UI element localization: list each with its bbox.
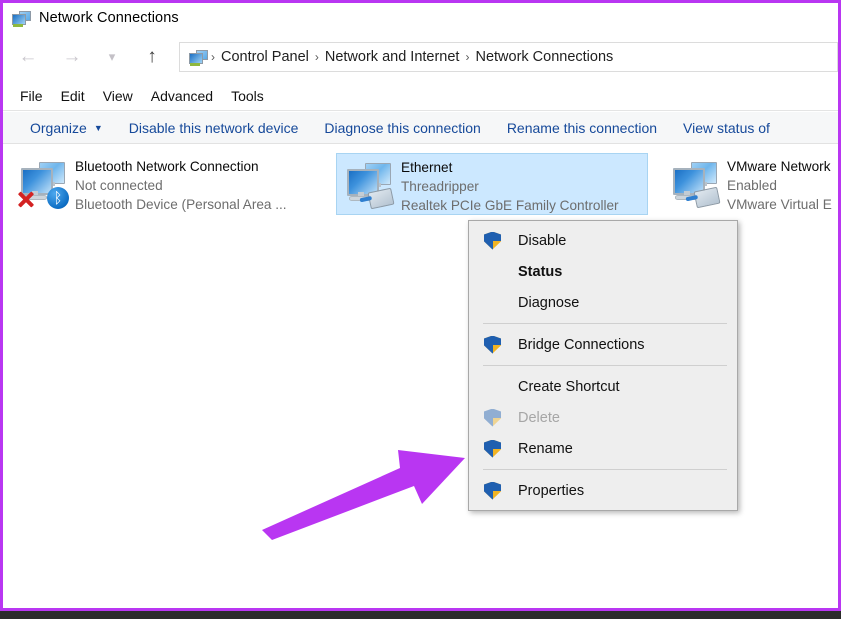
- back-arrow-icon[interactable]: ←: [13, 42, 43, 72]
- navigation-bar: ← → ▾ ↑ › Control Panel › Network and In…: [3, 33, 838, 81]
- connection-name: Ethernet: [401, 160, 453, 175]
- context-menu-item-label: Disable: [518, 232, 567, 249]
- connection-item-ethernet[interactable]: Ethernet Threadripper Realtek PCIe GbE F…: [336, 153, 648, 215]
- context-menu-item-label: Properties: [518, 482, 585, 499]
- annotation-border-top: [0, 0, 841, 3]
- context-menu: Disable Status Diagnose Bridge Connectio…: [468, 220, 738, 511]
- disconnected-x-icon: [17, 191, 34, 208]
- context-menu-item-label: Delete: [518, 409, 560, 426]
- no-icon: [483, 262, 503, 282]
- context-menu-item-create-shortcut[interactable]: Create Shortcut: [469, 371, 737, 402]
- toolbar-rename-button[interactable]: Rename this connection: [494, 120, 670, 136]
- toolbar-organize-button[interactable]: Organize ▼: [17, 120, 116, 136]
- no-icon: [483, 293, 503, 313]
- menu-edit[interactable]: Edit: [52, 85, 94, 107]
- breadcrumb-item-network-connections[interactable]: Network Connections: [470, 49, 618, 65]
- connection-item-bluetooth[interactable]: ᛒ Bluetooth Network Connection Not conne…: [11, 153, 321, 215]
- rj45-plug-icon: [367, 187, 395, 210]
- toolbar-diagnose-button[interactable]: Diagnose this connection: [311, 120, 493, 136]
- title-bar: Network Connections: [3, 3, 838, 33]
- forward-arrow-icon[interactable]: →: [57, 42, 87, 72]
- toolbar-view-status-button[interactable]: View status of: [670, 120, 783, 136]
- menu-advanced[interactable]: Advanced: [142, 85, 222, 107]
- context-menu-item-label: Diagnose: [518, 294, 580, 311]
- context-menu-item-rename[interactable]: Rename: [469, 433, 737, 464]
- network-adapter-ethernet-icon: [343, 160, 395, 212]
- menu-view[interactable]: View: [94, 85, 142, 107]
- menu-file[interactable]: File: [11, 85, 52, 107]
- toolbar-disable-device-button[interactable]: Disable this network device: [116, 120, 312, 136]
- context-menu-item-label: Create Shortcut: [518, 378, 620, 395]
- breadcrumb-item-control-panel[interactable]: Control Panel: [216, 49, 314, 65]
- uac-shield-icon: [483, 408, 503, 428]
- context-menu-item-disable[interactable]: Disable: [469, 225, 737, 256]
- context-menu-item-properties[interactable]: Properties: [469, 475, 737, 506]
- uac-shield-icon: [483, 439, 503, 459]
- connection-item-vmware[interactable]: VMware Network Enabled VMware Virtual E: [663, 153, 838, 215]
- connection-status: Threadripper: [401, 179, 479, 194]
- uac-shield-icon: [483, 231, 503, 251]
- context-menu-separator: [483, 365, 727, 366]
- connection-name: Bluetooth Network Connection: [75, 159, 259, 174]
- address-bar-folder-icon: [188, 49, 208, 66]
- connection-device: VMware Virtual E: [727, 197, 832, 212]
- connection-status: Not connected: [75, 178, 163, 193]
- context-menu-separator: [483, 323, 727, 324]
- screenshot-root: Network Connections ← → ▾ ↑ › Control Pa…: [0, 0, 841, 619]
- menu-tools[interactable]: Tools: [222, 85, 273, 107]
- context-menu-item-status[interactable]: Status: [469, 256, 737, 287]
- chevron-down-icon: ▼: [93, 122, 103, 133]
- command-toolbar: Organize ▼ Disable this network device D…: [3, 112, 838, 144]
- uac-shield-icon: [483, 481, 503, 501]
- connection-name: VMware Network: [727, 159, 831, 174]
- uac-shield-icon: [483, 335, 503, 355]
- toolbar-organize-label: Organize: [30, 119, 87, 136]
- network-connections-icon: [11, 10, 31, 27]
- no-icon: [483, 377, 503, 397]
- screen-bottom-strip: [0, 611, 841, 619]
- context-menu-item-label: Rename: [518, 440, 573, 457]
- address-bar[interactable]: › Control Panel › Network and Internet ›…: [179, 42, 838, 72]
- annotation-border-left: [0, 0, 3, 611]
- window-title: Network Connections: [39, 10, 179, 26]
- connection-status: Enabled: [727, 178, 777, 193]
- chevron-down-icon[interactable]: ▾: [97, 42, 127, 72]
- context-menu-item-delete: Delete: [469, 402, 737, 433]
- breadcrumb-item-network-and-internet[interactable]: Network and Internet: [320, 49, 465, 65]
- network-connections-window: Network Connections ← → ▾ ↑ › Control Pa…: [3, 3, 838, 608]
- connection-device: Bluetooth Device (Personal Area ...: [75, 197, 287, 212]
- menu-bar: File Edit View Advanced Tools: [3, 81, 838, 111]
- connection-device: Realtek PCIe GbE Family Controller: [401, 198, 619, 213]
- context-menu-item-diagnose[interactable]: Diagnose: [469, 287, 737, 318]
- network-adapter-ethernet-icon: [669, 159, 721, 211]
- context-menu-separator: [483, 469, 727, 470]
- context-menu-item-bridge-connections[interactable]: Bridge Connections: [469, 329, 737, 360]
- network-adapter-bluetooth-icon: ᛒ: [17, 159, 69, 211]
- context-menu-item-label: Bridge Connections: [518, 336, 645, 353]
- up-arrow-icon[interactable]: ↑: [137, 42, 167, 72]
- bluetooth-badge-icon: ᛒ: [47, 187, 69, 209]
- rj45-plug-icon: [693, 186, 721, 209]
- context-menu-item-label: Status: [518, 263, 563, 280]
